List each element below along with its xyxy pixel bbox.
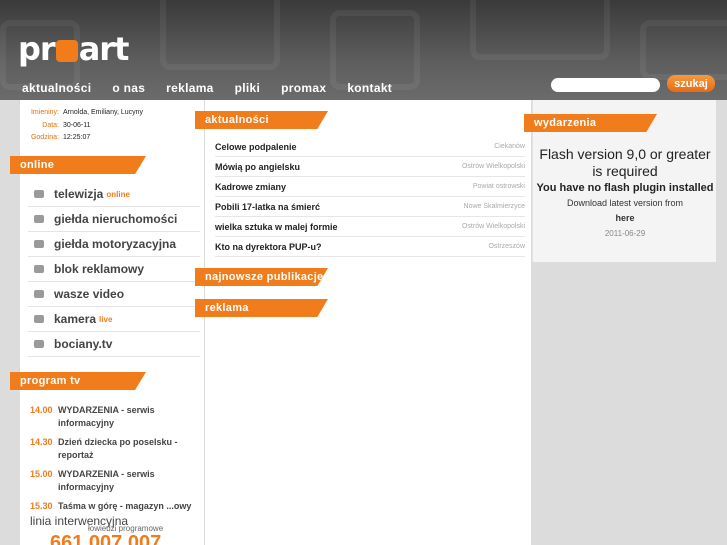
camera-icon [34, 315, 44, 323]
date-info: Imieniny: Arnolda, Emiliany, Lucyny Data:… [30, 107, 143, 145]
menu-item-label: bociany.tv [54, 337, 113, 351]
search-input[interactable] [551, 78, 660, 92]
search-button[interactable]: szukaj [667, 75, 715, 92]
main-nav: aktualności o nas reklama pliki promax k… [22, 81, 413, 95]
news-item[interactable]: Mówią po angielsku Ostrów Wielkopolski [215, 157, 525, 177]
flash-notice: Flash version 9,0 or greater is required… [533, 146, 717, 238]
name-day-label: Imieniny: [30, 109, 59, 116]
program-time: 14.30 [30, 437, 53, 447]
program-item[interactable]: 15.00 WYDARZENIA - serwis informacyjny [30, 468, 200, 494]
car-icon [34, 240, 44, 248]
flash-required-text: Flash version 9,0 or greater is required [539, 146, 711, 179]
news-item[interactable]: Celowe podpalenie Ciekanów [215, 137, 525, 157]
menu-item-kamera[interactable]: kamera live [28, 307, 200, 332]
program-time: 14.00 [30, 405, 53, 415]
news-item[interactable]: Pobili 17-latka na śmierć Nowe Skalmierzy… [215, 197, 525, 217]
program-tv-heading: program tv [10, 372, 146, 390]
header-decoration [470, 0, 610, 60]
news-item[interactable]: wielka sztuka w malej formie Ostrów Wielk… [215, 217, 525, 237]
menu-item-gielda-motoryzacyjna[interactable]: giełda motoryzacyjna [28, 232, 200, 257]
wydarzenia-heading: wydarzenia [524, 114, 657, 132]
menu-item-label: blok reklamowy [54, 262, 145, 276]
header-decoration [330, 10, 420, 90]
menu-item-label: wasze video [54, 287, 125, 301]
aktualnosci-heading: aktualności [195, 111, 328, 129]
news-location: Ostrów Wielkopolski [461, 163, 525, 170]
video-icon [34, 290, 44, 298]
time-value: 12:25:07 [63, 134, 91, 141]
nav-promax[interactable]: promax [281, 81, 326, 95]
flash-missing-text: You have no flash plugin installed [536, 182, 714, 194]
stork-icon [34, 340, 44, 348]
news-title: Celowe podpalenie [215, 141, 297, 152]
menu-item-badge: live [99, 314, 113, 324]
news-title: wielka sztuka w malej formie [215, 221, 338, 232]
program-item[interactable]: 14.30 Dzień dziecka po poselsku - reporta… [30, 436, 200, 462]
menu-item-label: telewizja [54, 187, 104, 201]
news-item[interactable]: Kto na dyrektora PUP-u? Ostrzeszów [215, 237, 525, 257]
nav-o-nas[interactable]: o nas [112, 81, 145, 95]
flash-date: 2011-06-29 [604, 229, 646, 238]
news-list: Celowe podpalenie Ciekanów Mówią po angie… [215, 137, 525, 257]
news-item[interactable]: Kadrowe zmiany Powiat ostrowski [215, 177, 525, 197]
menu-item-badge: online [106, 189, 130, 199]
nav-aktualnosci[interactable]: aktualności [22, 81, 91, 95]
hotline-phone: 661 007 007 [50, 532, 162, 545]
menu-item-label: kamera [54, 312, 97, 326]
program-item[interactable]: 14.00 WYDARZENIA - serwis informacyjny [30, 404, 200, 430]
program-list: 14.00 WYDARZENIA - serwis informacyjny 14… [30, 404, 200, 519]
program-time: 15.00 [30, 469, 53, 479]
news-title: Mówią po angielsku [215, 161, 301, 172]
flash-download-text: Download latest version from [566, 198, 684, 208]
news-location: Nowe Skalmierzyce [463, 203, 525, 210]
header-decoration [160, 0, 280, 70]
program-desc: WYDARZENIA - serwis informacyjny [58, 405, 155, 428]
program-item[interactable]: 15.30 Taśma w górę - magazyn ...owy [30, 500, 200, 513]
news-location: Powiat ostrowski [472, 183, 525, 190]
menu-item-bociany[interactable]: bociany.tv [28, 332, 200, 357]
menu-item-blok-reklamowy[interactable]: blok reklamowy [28, 257, 200, 282]
main-column: aktualności Celowe podpalenie Ciekanów Mó… [195, 100, 531, 545]
date-value: 30-06-11 [63, 121, 91, 129]
menu-item-label: giełda motoryzacyjna [54, 237, 177, 251]
program-time: 15.30 [30, 501, 53, 511]
najnowsze-publikacje-heading: najnowsze publikacje [195, 268, 328, 286]
flash-download-link[interactable]: here [533, 212, 717, 225]
name-day-value: Arnolda, Emiliany, Lucyny [63, 109, 144, 116]
online-heading: online [10, 156, 146, 174]
news-location: Ostrów Wielkopolski [461, 223, 525, 230]
house-icon [34, 215, 44, 223]
tv-icon [34, 190, 44, 198]
reklama-heading: reklama [195, 299, 328, 317]
menu-item-gielda-nieruchomosci[interactable]: giełda nieruchomości [28, 207, 200, 232]
menu-item-label: giełda nieruchomości [54, 212, 178, 226]
logo-square-icon [55, 40, 78, 62]
header: pr art aktualności o nas reklama pliki pr… [0, 0, 727, 100]
nav-pliki[interactable]: pliki [235, 81, 261, 95]
news-title: Kadrowe zmiany [215, 181, 287, 192]
right-column: wydarzenia Flash version 9,0 or greater … [524, 100, 717, 262]
left-column: Imieniny: Arnolda, Emiliany, Lucyny Data:… [10, 100, 204, 545]
online-menu: telewizja online giełda nieruchomości gi… [28, 182, 200, 357]
nav-reklama[interactable]: reklama [166, 81, 213, 95]
program-desc: Dzień dziecka po poselsku - reportaż [58, 437, 178, 460]
time-label: Godzina: [30, 134, 59, 141]
header-decoration [640, 20, 727, 80]
date-label: Data: [42, 121, 59, 129]
menu-item-wasze-video[interactable]: wasze video [28, 282, 200, 307]
news-title: Pobili 17-latka na śmierć [215, 201, 321, 212]
news-title: Kto na dyrektora PUP-u? [215, 241, 322, 252]
nav-kontakt[interactable]: kontakt [347, 81, 392, 95]
tv-icon [34, 265, 44, 273]
program-desc: Taśma w górę - magazyn ...owy [58, 501, 192, 511]
program-desc: WYDARZENIA - serwis informacyjny [58, 469, 155, 492]
menu-item-telewizja[interactable]: telewizja online [28, 182, 200, 207]
logo[interactable]: pr art [18, 30, 129, 68]
news-location: Ciekanów [494, 143, 525, 150]
news-location: Ostrzeszów [488, 243, 525, 250]
